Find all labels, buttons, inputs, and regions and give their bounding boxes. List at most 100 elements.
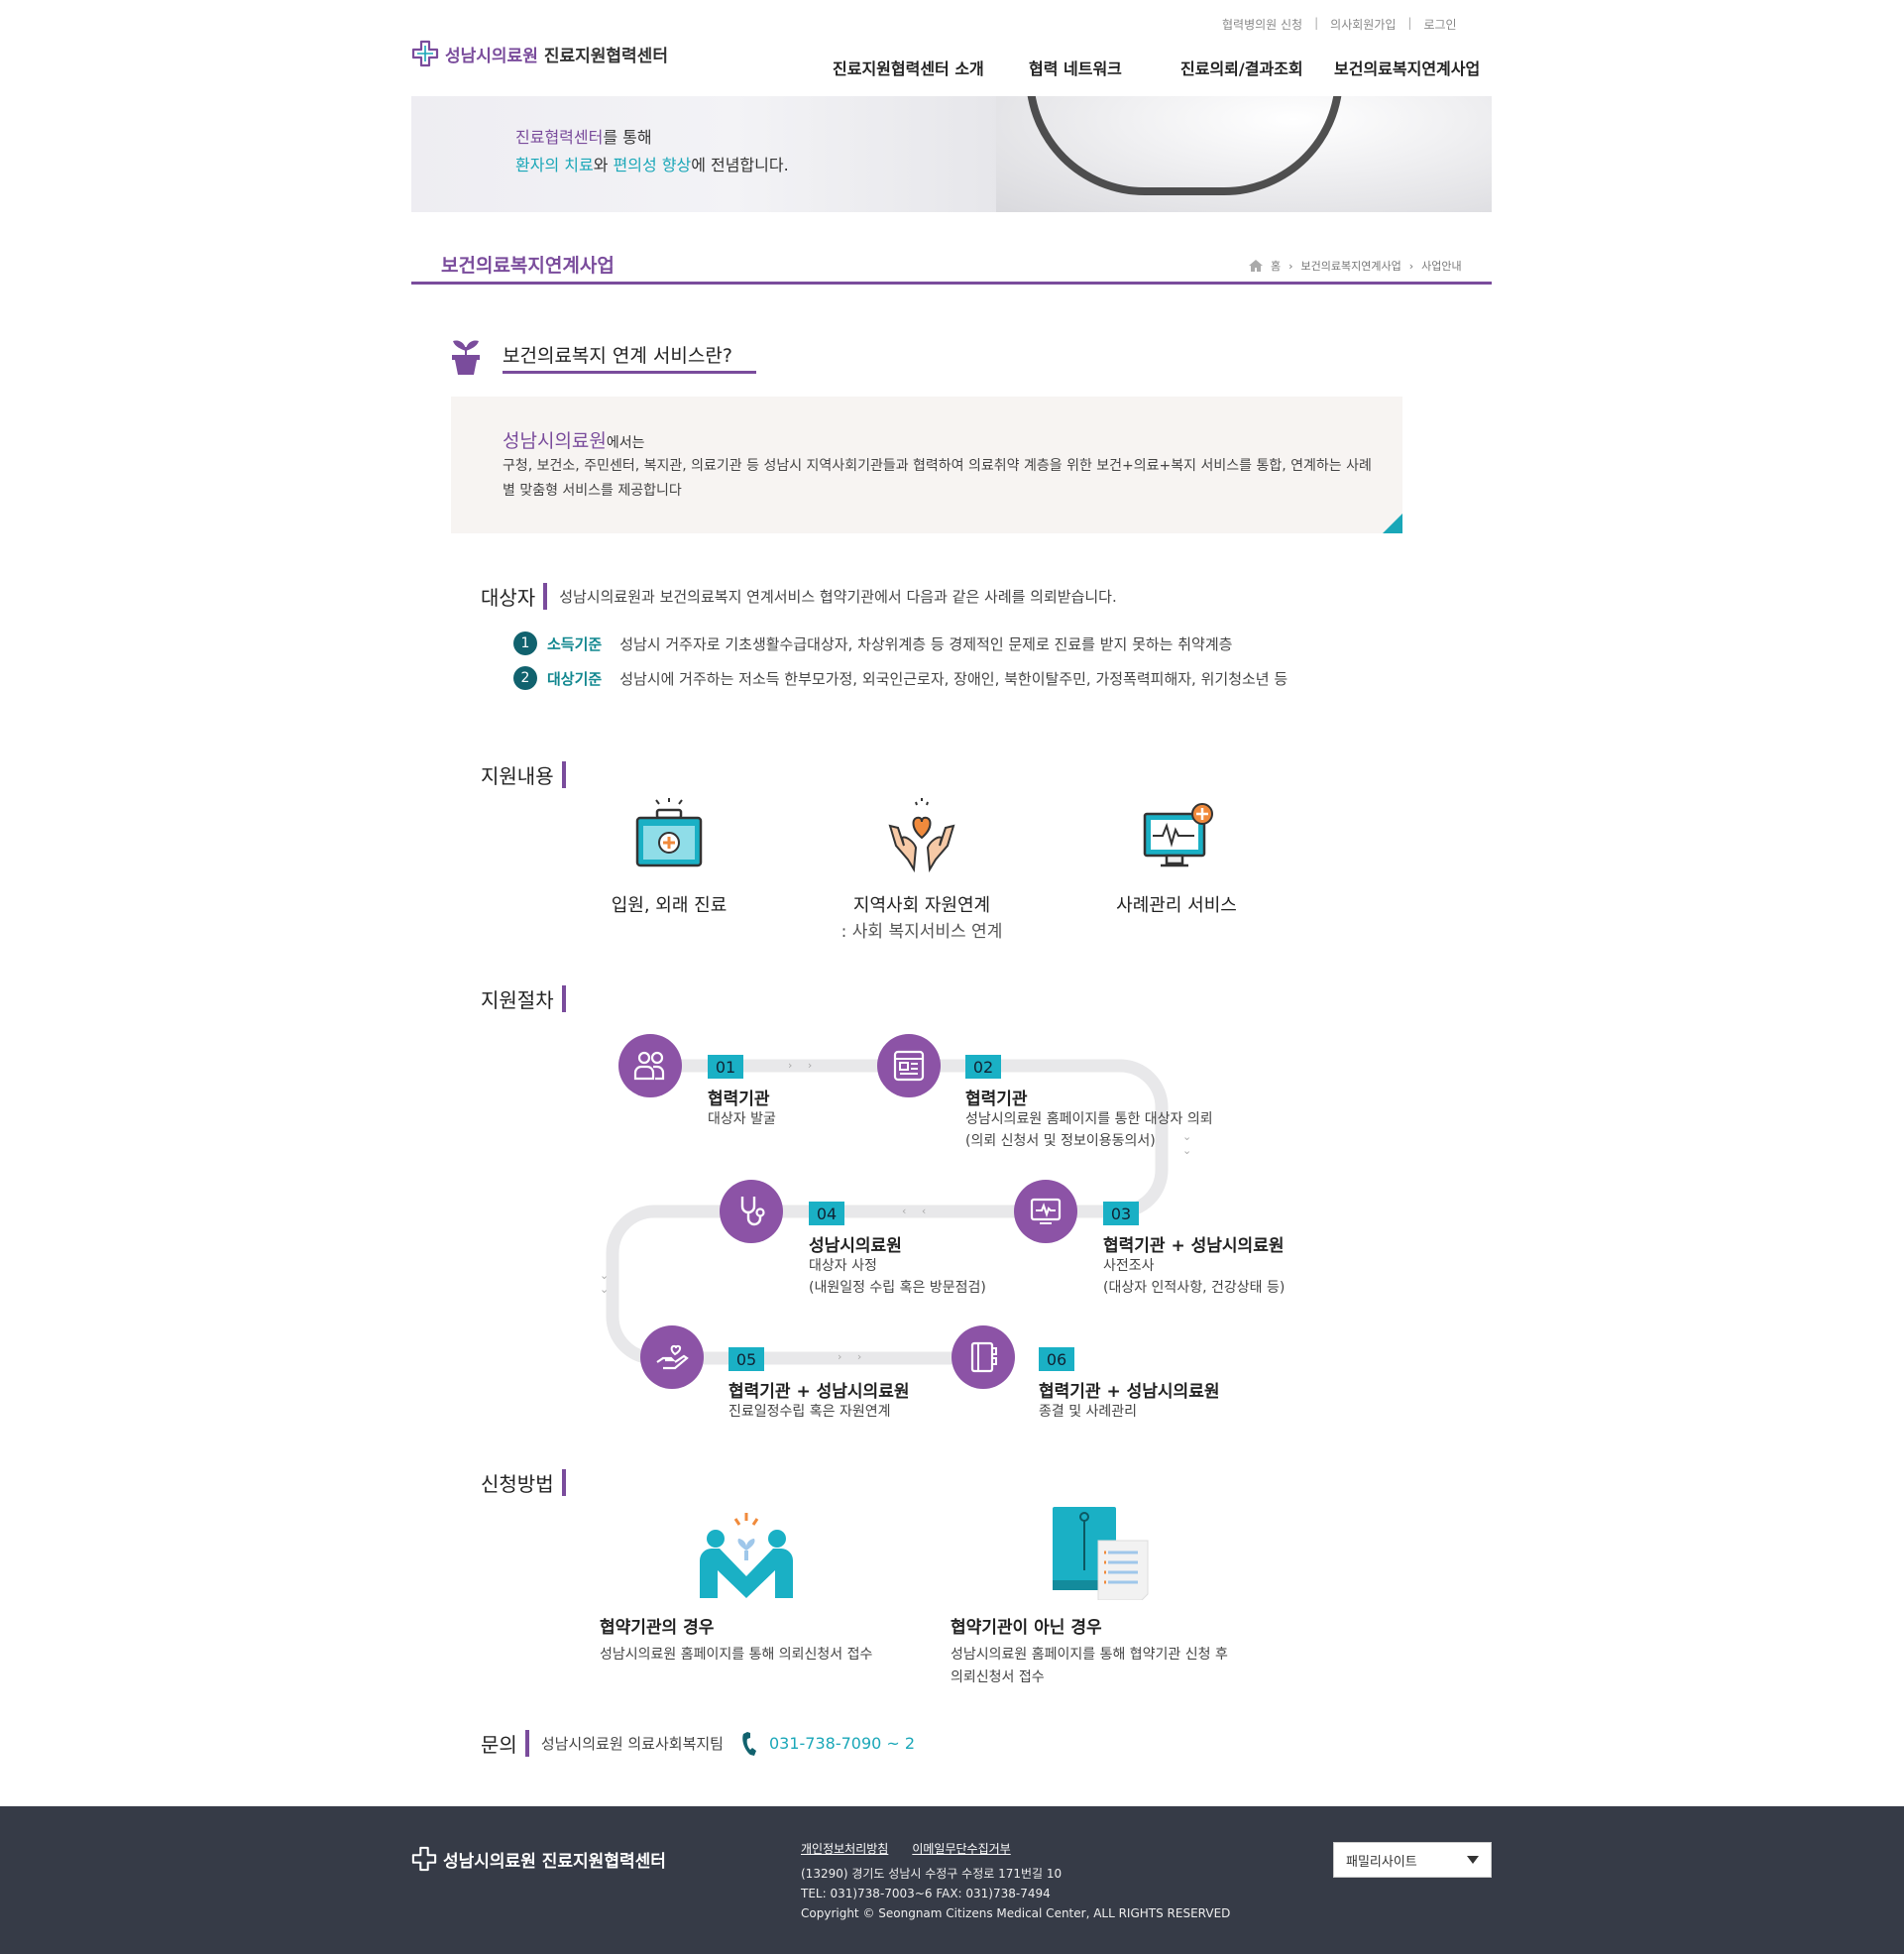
apply-section-heading: 신청방법 [481,1468,566,1497]
cross-logo-icon [411,1846,437,1872]
step-number: 04 [809,1202,844,1225]
step-desc: 진료일정수립 혹은 자원연계 [728,1404,891,1420]
breadcrumb-level1[interactable]: 보건의료복지연계사업 [1301,258,1401,274]
step-number: 06 [1039,1347,1074,1371]
step-03-circle [1014,1180,1077,1243]
banner-highlight: 환자의 치료 [515,156,594,174]
monitor-pulse-icon [1030,1198,1062,1224]
step-02-circle [877,1034,941,1097]
service-sublabel: : 사회 복지서비스 연계 [840,922,1003,942]
step-org: 협력기관 + 성남시의료원 [728,1382,910,1402]
support-section-heading: 지원내용 [481,760,566,789]
step-desc-line: (의뢰 신청서 및 정보이용동의서) [965,1133,1156,1149]
heading-bar [543,583,548,610]
chevron-right-icon: › [1408,259,1414,273]
login-link[interactable]: 로그인 [1423,16,1456,33]
step-number: 02 [965,1055,1001,1079]
step-number: 05 [728,1347,764,1371]
banner-highlight: 진료협력센터 [515,128,604,147]
criteria-text: 성남시에 거주하는 저소득 한부모가정, 외국인근로자, 장애인, 북한이탈주민… [619,669,1288,688]
intro-title: 보건의료복지 연계 서비스란? [503,345,732,367]
contact-team: 성남시의료원 의료사회복지팀 [540,1735,724,1753]
service-label: 입원, 외래 진료 [611,895,728,916]
criteria-item: 2 대상기준 성남시에 거주하는 저소득 한부모가정, 외국인근로자, 장애인,… [513,666,1288,690]
monitor-heartbeat-icon [1143,803,1213,867]
step-number: 03 [1103,1202,1139,1225]
criteria-number: 2 [513,666,537,690]
service-label: 지역사회 자원연계 [852,895,991,916]
binder-icon [970,1341,997,1373]
people-icon [633,1051,665,1081]
main-navigation: 진료지원협력센터 소개 협력 네트워크 진료의뢰/결과조회 보건의료복지연계사업 [833,56,1480,79]
step-desc: 대상자 발굴 [708,1111,776,1127]
intro-box: 성남시의료원에서는 구청, 보건소, 주민센터, 복지관, 의료기관 등 성남시… [451,397,1402,533]
footer-address: (13290) 경기도 성남시 수정구 수정로 171번길 10 [801,1867,1063,1881]
divider: | [1407,16,1412,30]
logo-sub-text: 진료지원협력센터 [543,46,668,66]
flow-arrows: ‹ ‹ [902,1205,933,1217]
criteria-number: 1 [513,632,537,655]
target-desc: 성남시의료원과 보건의료복지 연계서비스 협약기관에서 다음과 같은 사례를 의… [559,588,1117,606]
document-form-icon [893,1050,925,1082]
step-desc-line: (대상자 인적사항, 건강상태 등) [1103,1280,1286,1296]
step-org: 협력기관 [965,1090,1028,1109]
step-06-circle [952,1325,1015,1389]
cross-logo-icon [411,40,439,67]
target-heading: 대상자 [481,586,536,610]
privacy-policy-link[interactable]: 개인정보처리방침 [801,1840,888,1857]
criteria-text: 성남시 거주자로 기초생활수급대상자, 차상위계층 등 경제적인 문제로 진료를… [619,634,1233,653]
footer-logo[interactable]: 성남시의료원 진료지원협력센터 [411,1846,666,1872]
step-org: 협력기관 [708,1090,770,1109]
site-logo[interactable]: 성남시의료원 진료지원협력센터 [411,40,668,67]
home-icon[interactable] [1249,260,1263,272]
logo-main-text: 성남시의료원 [445,46,538,66]
footer-tel: TEL: 031)738-7003~6 FAX: 031)738-7494 [801,1887,1051,1900]
service-item: 입원, 외래 진료 [555,798,783,917]
heading-bar [561,1469,566,1496]
corner-fold [1383,514,1402,533]
contact-heading: 문의 [481,1733,517,1757]
footer: 성남시의료원 진료지원협력센터 개인정보처리방침 이메일무단수집거부 (1329… [0,1806,1904,1954]
nav-item-welfare[interactable]: 보건의료복지연계사업 [1334,56,1480,79]
family-site-select[interactable]: 패밀리사이트 [1333,1842,1492,1878]
apply-title: 협약기관이 아닌 경우 [951,1618,1102,1638]
contact-phone[interactable]: 031-738-7090 ~ 2 [769,1734,915,1753]
partnership-people-icon [700,1513,793,1598]
apply-desc-line: 성남시의료원 홈페이지를 통해 협약기관 신청 후 [951,1647,1228,1663]
step-desc: 성남시의료원 홈페이지를 통한 대상자 의뢰 (의뢰 신청서 및 정보이용동의서… [965,1108,1213,1152]
step-desc: 사전조사 (대상자 인적사항, 건강상태 등) [1103,1255,1285,1299]
hero-banner: 진료협력센터를 통해 환자의 치료와 편의성 향상에 전념합니다. [411,96,1492,212]
phone-icon [742,1731,756,1756]
email-refuse-link[interactable]: 이메일무단수집거부 [912,1840,1010,1857]
family-site-label: 패밀리사이트 [1346,1854,1417,1870]
intro-org-line: 성남시의료원에서는 [503,426,645,453]
footer-copyright: Copyright © Seongnam Citizens Medical Ce… [801,1906,1231,1920]
doctor-signup-link[interactable]: 의사회원가입 [1330,16,1396,33]
intro-org: 성남시의료원 [503,430,607,452]
nav-item-center-intro[interactable]: 진료지원협력센터 소개 [833,56,1029,79]
nav-item-referral[interactable]: 진료의뢰/결과조회 [1180,56,1334,79]
utility-links: 협력병의원 신청 | 의사회원가입 | 로그인 [1222,16,1457,33]
apply-desc: 성남시의료원 홈페이지를 통해 의뢰신청서 접수 [600,1647,873,1663]
partner-signup-link[interactable]: 협력병의원 신청 [1222,16,1302,33]
footer-info: (13290) 경기도 성남시 수정구 수정로 171번길 10 TEL: 03… [801,1864,1230,1923]
nav-item-network[interactable]: 협력 네트워크 [1029,56,1180,79]
criteria-label: 소득기준 [547,634,603,653]
flow-arrows: ⌄ ⌄ [600,1269,610,1296]
dropdown-triangle-icon [1467,1856,1479,1864]
breadcrumb-home[interactable]: 홈 [1271,258,1281,274]
service-label: 사례관리 서비스 [1116,895,1237,916]
banner-text-part: 에 전념합니다. [691,156,789,174]
footer-links: 개인정보처리방침 이메일무단수집거부 [801,1840,1011,1857]
breadcrumb-level2[interactable]: 사업안내 [1421,258,1461,274]
chevron-right-icon: › [1288,259,1293,273]
service-item: 지역사회 자원연계 : 사회 복지서비스 연계 [808,798,1036,942]
apply-title: 협약기관의 경우 [600,1618,715,1638]
heading-bar [524,1730,529,1757]
step-number: 01 [708,1055,743,1079]
heading-bar [561,985,566,1012]
target-section-heading: 대상자 성남시의료원과 보건의료복지 연계서비스 협약기관에서 다음과 같은 사… [481,582,1117,611]
intro-body: 구청, 보건소, 주민센터, 복지관, 의료기관 등 성남시 지역사회기관들과 … [503,458,1372,499]
apply-desc-line: 의뢰신청서 접수 [951,1669,1045,1685]
apply-item: 협약기관이 아닌 경우 성남시의료원 홈페이지를 통해 협약기관 신청 후 의뢰… [951,1613,1228,1689]
